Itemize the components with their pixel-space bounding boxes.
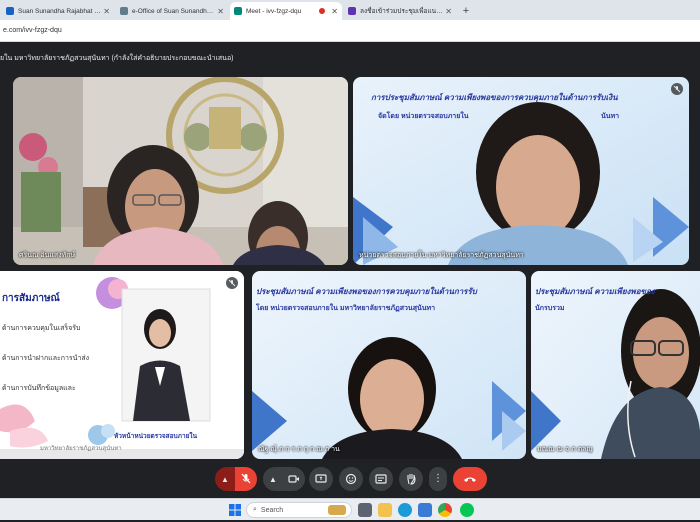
muted-indicator xyxy=(226,277,238,289)
slide-heading: การประชุมสัมภาษณ์ ความเพียงพอของการควบคุ… xyxy=(371,93,618,102)
participant-name: หน่วยตรวจสอบภายใน มหาวิทยาลัยราชภัฏสวนสุ… xyxy=(359,252,524,259)
mic-off-icon xyxy=(241,473,251,484)
end-call-icon xyxy=(464,477,476,482)
eoffice-favicon-icon xyxy=(120,7,128,15)
participant-tile-2[interactable]: การประชุมสัมภาษณ์ ความเพียงพอของการควบคุ… xyxy=(353,77,689,265)
tab-title: Meet - ivv-fzgz-dqu xyxy=(246,7,302,15)
forms-favicon-icon xyxy=(348,7,356,15)
participant-video xyxy=(252,271,526,459)
slide-caption: หัวหน้าหน่วยตรวจสอบภายใน xyxy=(114,433,198,440)
slide-heading: ประชุมสัมภาษณ์ ความเพียงพอของการควบคุมภา… xyxy=(256,287,477,296)
reactions-button[interactable] xyxy=(339,467,363,491)
close-tab-icon[interactable]: ✕ xyxy=(445,7,452,16)
line-app-icon[interactable] xyxy=(460,503,474,517)
close-tab-icon[interactable]: ✕ xyxy=(217,7,224,16)
windows-start-icon[interactable] xyxy=(228,503,242,517)
taskbar: ⌕ Search xyxy=(0,498,700,520)
muted-indicator xyxy=(671,83,683,95)
more-vert-icon: ⋮ xyxy=(433,473,443,484)
browser-tab-meet[interactable]: Meet - ivv-fzgz-dqu ✕ xyxy=(230,2,342,20)
recording-dot-icon xyxy=(319,8,326,14)
meet-header: ยใน มหาวิทยาลัยราชภัฏสวนสุนันทา (กำลังใส… xyxy=(0,42,700,74)
present-screen-button[interactable] xyxy=(309,467,333,491)
mic-options-button[interactable]: ▲ xyxy=(215,467,235,491)
camera-options-button[interactable]: ▲ xyxy=(263,467,283,491)
participant-tile-1[interactable]: ศรินณ อินแสงทักษ์ xyxy=(13,77,348,265)
tab-title: e-Office of Suan Sunandha Raja xyxy=(132,7,215,15)
participant-name: ศรินณ อินแสงทักษ์ xyxy=(19,252,76,259)
slide-subheading: จัดโดย หน่วยตรวจสอบภายใน xyxy=(378,113,469,120)
leave-call-button[interactable] xyxy=(453,467,487,491)
slide-heading: การสัมภาษณ์ xyxy=(2,293,60,304)
participant-tile-4[interactable]: ประชุมสัมภาษณ์ ความเพียงพอของการควบคุมภา… xyxy=(252,271,526,459)
url-text: e.com/ivv-fzgz-dqu xyxy=(3,27,62,34)
participant-tile-5[interactable]: ประชุมสัมภาษณ์ ความเพียงพอของ นักรบรวม ม… xyxy=(531,271,700,459)
browser-tab-ssru[interactable]: Suan Sunandha Rajabhat Unive ✕ xyxy=(2,2,114,20)
slide-subheading: โดย หน่วยตรวจสอบภายใน มหาวิทยาลัยราชภัฏส… xyxy=(256,305,436,312)
slide-bullet-1: ด้านการควบคุมในเสร็จรับ xyxy=(2,325,81,332)
widgets-icon[interactable] xyxy=(328,505,346,515)
participant-name: ณัฐ ณุ์ ภ ก ร ภ กุ ก ณ ภ าน xyxy=(258,446,340,453)
tab-title: Suan Sunandha Rajabhat Unive xyxy=(18,7,101,15)
raise-hand-button[interactable] xyxy=(399,467,423,491)
participant-name: มณณ ณ จ ภ ตลญ xyxy=(537,446,593,453)
new-tab-button[interactable]: + xyxy=(458,2,474,20)
emoji-icon xyxy=(345,473,357,485)
meet-favicon-icon xyxy=(234,7,242,15)
search-icon: ⌕ xyxy=(253,506,257,513)
mic-off-icon xyxy=(673,85,681,93)
browser-tab-form[interactable]: ลงชื่อเข้าร่วมประชุมเพื่อแนะแนวในแต่ละคร… xyxy=(344,2,456,20)
participant-video xyxy=(531,271,700,459)
store-icon[interactable] xyxy=(418,503,432,517)
more-options-button[interactable]: ⋮ xyxy=(429,467,447,491)
ssru-favicon-icon xyxy=(6,7,14,15)
video-camera-icon xyxy=(288,475,299,483)
file-explorer-icon[interactable] xyxy=(378,503,392,517)
close-tab-icon[interactable]: ✕ xyxy=(331,7,338,16)
windows-logo-icon xyxy=(229,504,241,516)
tab-title: ลงชื่อเข้าร่วมประชุมเพื่อแนะแนวในแต่ละคร… xyxy=(360,8,444,15)
search-placeholder: Search xyxy=(260,506,284,514)
slide-subheading-2: นันทา xyxy=(601,113,620,120)
browser-tab-eoffice[interactable]: e-Office of Suan Sunandha Raja ✕ xyxy=(116,2,228,20)
task-view-icon[interactable] xyxy=(358,503,372,517)
presentation-tile[interactable]: การสัมภาษณ์ ด้านการควบคุมในเสร็จรับ ด้าน… xyxy=(0,271,244,459)
raise-hand-icon xyxy=(406,474,416,485)
mic-off-icon xyxy=(228,279,236,287)
presentation-title: ยใน มหาวิทยาลัยราชภัฏสวนสุนันทา (กำลังใส… xyxy=(0,54,234,62)
slide-footer: มหาวิทยาลัยราชภัฏสวนสุนันทา xyxy=(40,446,122,452)
closed-captions-icon xyxy=(375,474,387,484)
edge-icon[interactable] xyxy=(398,503,412,517)
slide-subheading: นักรบรวม xyxy=(535,305,565,312)
present-screen-icon xyxy=(315,474,327,483)
chrome-icon[interactable] xyxy=(438,503,452,517)
participant-video xyxy=(13,77,348,265)
mic-toggle-button[interactable] xyxy=(235,467,257,491)
chevron-up-icon: ▲ xyxy=(269,474,277,484)
call-controls-bar: ▲ ▲ ⋮ xyxy=(0,460,700,498)
slide-bullet-2: ด้านการนำฝากและการนำส่ง xyxy=(2,355,90,362)
participant-video xyxy=(353,77,689,265)
camera-toggle-button[interactable] xyxy=(283,467,305,491)
slide-heading: ประชุมสัมภาษณ์ ความเพียงพอของ xyxy=(535,287,655,296)
captions-button[interactable] xyxy=(369,467,393,491)
slide-bullet-3: ด้านการบันทึกข้อมูลและ xyxy=(2,385,76,392)
close-tab-icon[interactable]: ✕ xyxy=(103,7,110,16)
address-bar[interactable]: e.com/ivv-fzgz-dqu xyxy=(0,20,700,42)
browser-tab-strip: Suan Sunandha Rajabhat Unive ✕ e-Office … xyxy=(0,0,700,20)
chevron-up-icon: ▲ xyxy=(221,474,229,484)
